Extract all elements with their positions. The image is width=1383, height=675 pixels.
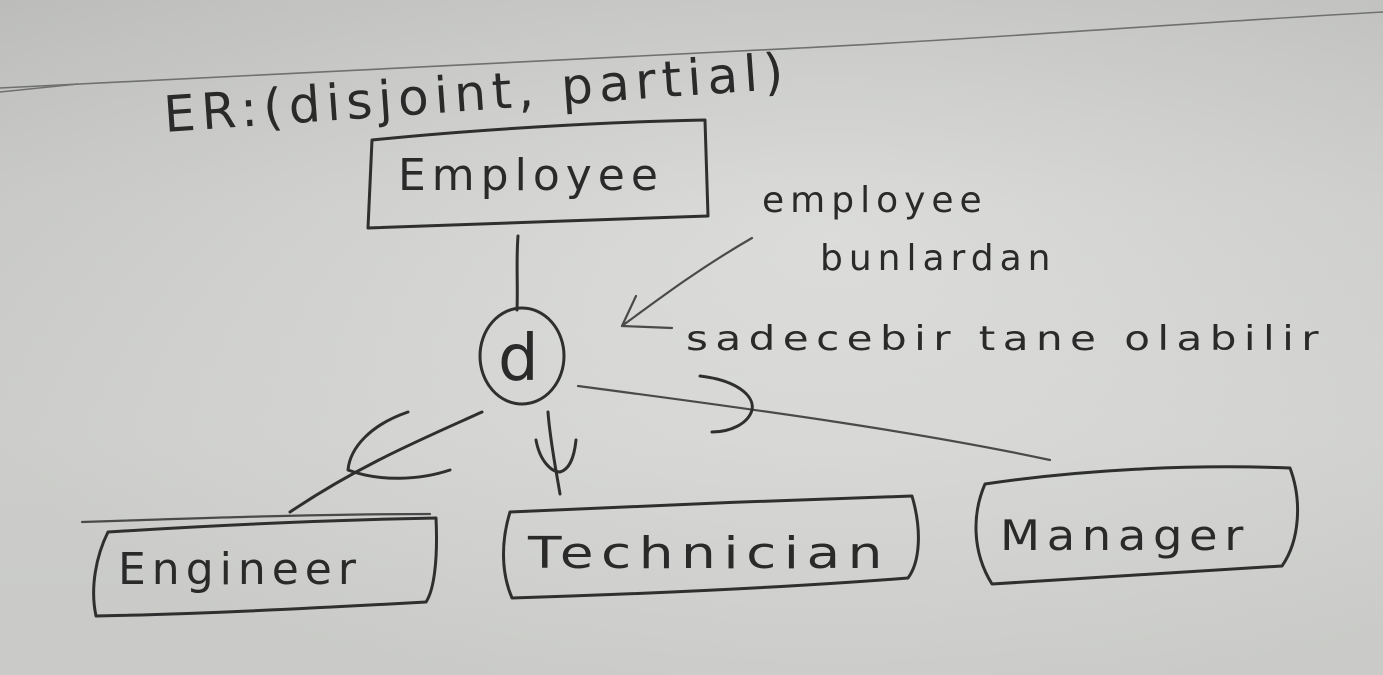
entity-engineer-label: Engineer [118,544,362,595]
entity-manager: Manager [974,465,1299,586]
branch-technician [546,410,562,496]
note-line-1: employee [762,180,988,221]
note-arrow-head [620,294,674,330]
disjoint-symbol: d [498,322,539,396]
disjoint-constraint: d [478,306,566,406]
diagram-title: ER:(disjoint, partial) [162,42,791,144]
note-arrow-shaft [620,236,754,328]
entity-technician: Technician [502,494,920,600]
branch-manager [576,384,1052,462]
entity-employee: Employee [366,118,710,230]
annotation-note: employee bunlardan sadecebir tane olabil… [686,180,1326,359]
note-line-2: bunlardan [820,238,1056,279]
entity-employee-label: Employee [398,150,664,201]
note-line-3: sadecebir tane olabilir [686,319,1326,359]
branch-engineer [288,410,484,514]
superclass-connector [515,234,520,312]
er-diagram: ER:(disjoint, partial) Employee d employ… [0,11,1383,618]
entity-manager-label: Manager [1000,511,1250,560]
entity-engineer: Engineer [80,512,438,618]
entity-technician-label: Technician [527,528,890,579]
